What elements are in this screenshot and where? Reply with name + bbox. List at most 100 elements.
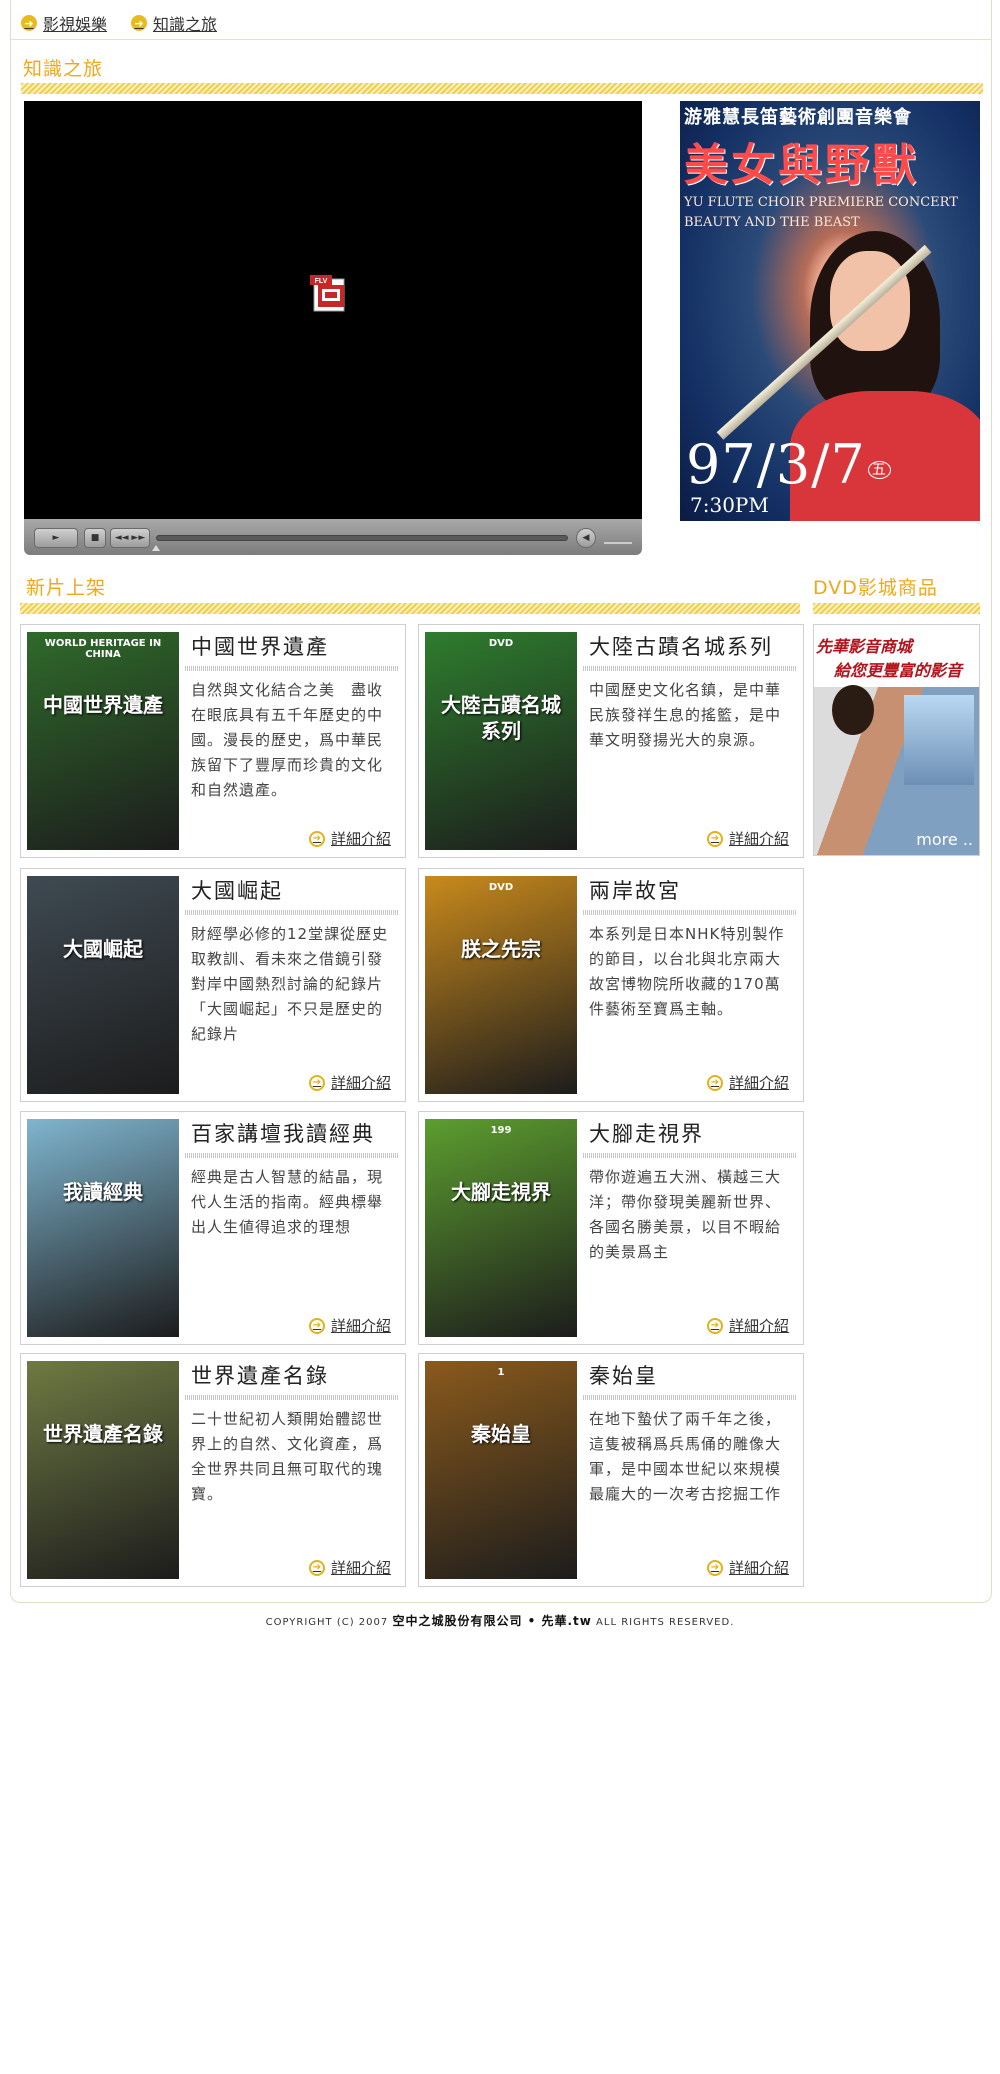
footer-suffix: ALL RIGHTS RESERVED. (596, 1617, 735, 1628)
product-title[interactable]: 兩岸故宮 (589, 875, 681, 905)
product-cover-top-text: 1 (497, 1367, 505, 1378)
dvd-banner-more-link[interactable]: more .. (916, 830, 973, 849)
poster-english-line1: YU FLUTE CHOIR PREMIERE CONCERT (684, 195, 958, 210)
product-details-label: 詳細介紹 (330, 1317, 391, 1335)
product-title[interactable]: 秦始皇 (589, 1360, 658, 1390)
product-details-label: 詳細介紹 (330, 1074, 391, 1092)
product-details-link[interactable]: ➔ 詳細介紹 (706, 1315, 789, 1336)
poster-title: 美女與野獸 (684, 140, 919, 191)
product-details-link[interactable]: ➔ 詳細介紹 (308, 1072, 391, 1093)
poster-subtitle: 游雅慧長笛藝術創團音樂會 (684, 107, 912, 128)
poster-time: 7:30PM (690, 493, 769, 517)
product-cover-top-text: DVD (488, 882, 514, 893)
product-description: 本系列是日本NHK特別製作的節目，以台北與北京兩大故宮博物院所收藏的170萬件藝… (589, 925, 785, 1018)
volume-slider[interactable] (604, 534, 632, 544)
product-description: 帶你遊遍五大洲、橫越三大洋；帶你發現美麗新世界、各國名勝美景，以目不暇給的美景爲… (589, 1168, 782, 1261)
dvd-store-title: DVD影城商品 (813, 577, 938, 599)
product-title-divider (185, 1395, 399, 1400)
product-details-label: 詳細介紹 (330, 1559, 391, 1577)
product-description: 經典是古人智慧的結晶，現代人生活的指南。經典標舉出人生値得追求的理想 (191, 1168, 384, 1236)
product-card[interactable]: 199 大腳走視界 大腳走視界帶你遊遍五大洲、橫越三大洋；帶你發現美麗新世界、各國名… (418, 1111, 804, 1345)
product-title-divider (583, 666, 797, 671)
footer-prefix: COPYRIGHT (C) 2007 (265, 1617, 389, 1628)
footer-company: 空中之城股份有限公司 • 先華.tw (392, 1614, 592, 1628)
arrow-right-icon: ➔ (21, 15, 37, 31)
product-cover-caption: 大陸古蹟名城系列 (441, 693, 561, 743)
concert-poster-banner[interactable]: 游雅慧長笛藝術創團音樂會 美女與野獸 YU FLUTE CHOIR PREMIE… (680, 101, 980, 521)
product-details-label: 詳細介紹 (728, 1317, 789, 1335)
product-cover-image[interactable]: 199 大腳走視界 (425, 1119, 577, 1337)
product-details-label: 詳細介紹 (728, 1074, 789, 1092)
arrow-right-icon: ➔ (308, 1074, 325, 1091)
product-details-link[interactable]: ➔ 詳細介紹 (308, 1315, 391, 1336)
seek-bar[interactable] (156, 535, 568, 541)
product-cover-image[interactable]: DVD 大陸古蹟名城系列 (425, 632, 577, 850)
volume-button[interactable]: ◀ (576, 528, 596, 548)
product-cover-caption: 朕之先宗 (461, 937, 541, 961)
product-title[interactable]: 大國崛起 (191, 875, 283, 905)
product-card[interactable]: 大國崛起 大國崛起 財經學必修的12堂課從歷史取教訓、看未來之借鏡引發對岸中國熱烈討… (20, 868, 406, 1102)
product-cover-image[interactable]: 我讀經典 (27, 1119, 179, 1337)
footer-copyright: COPYRIGHT (C) 2007 空中之城股份有限公司 • 先華.tw AL… (0, 1612, 1000, 1629)
product-description: 財經學必修的12堂課從歷史取教訓、看未來之借鏡引發對岸中國熱烈討論的紀錄片「大國… (191, 925, 389, 1043)
video-screen[interactable]: FLV (24, 101, 642, 519)
product-cover-image[interactable]: 世界遺產名錄 (27, 1361, 179, 1579)
product-cover-top-text: DVD (488, 638, 514, 649)
product-cover-top-text: 199 (490, 1125, 512, 1136)
product-description: 中國歷史文化名鎮，是中華民族發祥生息的搖籃，是中華文明發揚光大的泉源。 (589, 681, 782, 749)
arrow-right-icon: ➔ (706, 830, 723, 847)
arrow-right-icon: ➔ (131, 15, 147, 31)
arrow-right-icon: ➔ (308, 1317, 325, 1334)
product-details-link[interactable]: ➔ 詳細介紹 (706, 828, 789, 849)
product-card[interactable]: 世界遺產名錄 世界遺產名錄 二十世紀初人類開始體認世界上的自然、文化資產，爲全世界… (20, 1353, 406, 1587)
product-details-link[interactable]: ➔ 詳細介紹 (308, 828, 391, 849)
breadcrumb-link-entertainment[interactable]: ➔ 影視娛樂 (21, 11, 107, 35)
dvd-store-divider (813, 603, 980, 614)
product-card[interactable]: 我讀經典 百家講壇我讀經典經典是古人智慧的結晶，現代人生活的指南。經典標舉出人生値… (20, 1111, 406, 1345)
breadcrumb: ➔ 影視娛樂 ➔ 知識之旅 (11, 0, 991, 40)
product-details-link[interactable]: ➔ 詳細介紹 (706, 1072, 789, 1093)
product-title-divider (185, 910, 399, 915)
new-arrivals-divider (20, 603, 800, 614)
product-cover-image[interactable]: 大國崛起 (27, 876, 179, 1094)
video-player[interactable]: FLV ► ■ ◄◄ ►► ◀ (24, 101, 642, 559)
rewind-forward-button[interactable]: ◄◄ ►► (110, 528, 150, 548)
breadcrumb-link-knowledge[interactable]: ➔ 知識之旅 (131, 11, 217, 35)
product-cover-caption: 秦始皇 (471, 1422, 531, 1446)
product-details-link[interactable]: ➔ 詳細介紹 (706, 1557, 789, 1578)
poster-date-value: 97/3/7 (686, 433, 866, 496)
product-details-label: 詳細介紹 (330, 830, 391, 848)
stop-button[interactable]: ■ (84, 528, 106, 548)
arrow-right-icon: ➔ (706, 1317, 723, 1334)
product-card[interactable]: DVD 大陸古蹟名城系列 大陸古蹟名城系列 中國歷史文化名鎮，是中華民族發祥生息的搖籃… (418, 624, 804, 858)
product-card[interactable]: 1 秦始皇 秦始皇 在地下蟄伏了兩千年之後，這隻被稱爲兵馬俑的雕像大軍，是中國本世紀以… (418, 1353, 804, 1587)
product-title[interactable]: 大陸古蹟名城系列 (589, 631, 773, 661)
product-title[interactable]: 世界遺產名錄 (191, 1360, 329, 1390)
play-button[interactable]: ► (34, 528, 78, 548)
product-cover-caption: 我讀經典 (63, 1180, 143, 1204)
dvd-banner-screen (904, 695, 974, 785)
product-card[interactable]: DVD 朕之先宗 兩岸故宮本系列是日本NHK特別製作的節目，以台北與北京兩大故宮博物… (418, 868, 804, 1102)
product-title-divider (583, 910, 797, 915)
product-description: 在地下蟄伏了兩千年之後，這隻被稱爲兵馬俑的雕像大軍，是中國本世紀以來規模最龐大的… (589, 1410, 782, 1503)
poster-weekday: 五 (867, 461, 891, 479)
product-title[interactable]: 中國世界遺產 (191, 631, 329, 661)
product-cover-caption: 中國世界遺產 (43, 693, 163, 717)
product-card[interactable]: WORLD HERITAGE IN CHINA 中國世界遺產 中國世界遺產 自然與文化… (20, 624, 406, 858)
breadcrumb-label: 影視娛樂 (43, 15, 108, 34)
product-cover-image[interactable]: DVD 朕之先宗 (425, 876, 577, 1094)
arrow-right-icon: ➔ (706, 1074, 723, 1091)
flv-file-icon: FLV (310, 275, 345, 312)
player-controls: ► ■ ◄◄ ►► ◀ (24, 519, 642, 555)
dvd-banner-line1: 先華影音商城 (816, 637, 913, 656)
dvd-store-banner[interactable]: 先華影音商城 給您更豐富的影音 more .. (813, 624, 980, 856)
seek-handle[interactable] (152, 545, 160, 551)
arrow-right-icon: ➔ (308, 1559, 325, 1576)
product-details-link[interactable]: ➔ 詳細介紹 (308, 1557, 391, 1578)
product-title[interactable]: 大腳走視界 (589, 1118, 704, 1148)
product-title[interactable]: 百家講壇我讀經典 (191, 1118, 375, 1148)
product-title-divider (583, 1153, 797, 1158)
product-cover-image[interactable]: WORLD HERITAGE IN CHINA 中國世界遺產 (27, 632, 179, 850)
product-cover-image[interactable]: 1 秦始皇 (425, 1361, 577, 1579)
product-title-divider (583, 1395, 797, 1400)
